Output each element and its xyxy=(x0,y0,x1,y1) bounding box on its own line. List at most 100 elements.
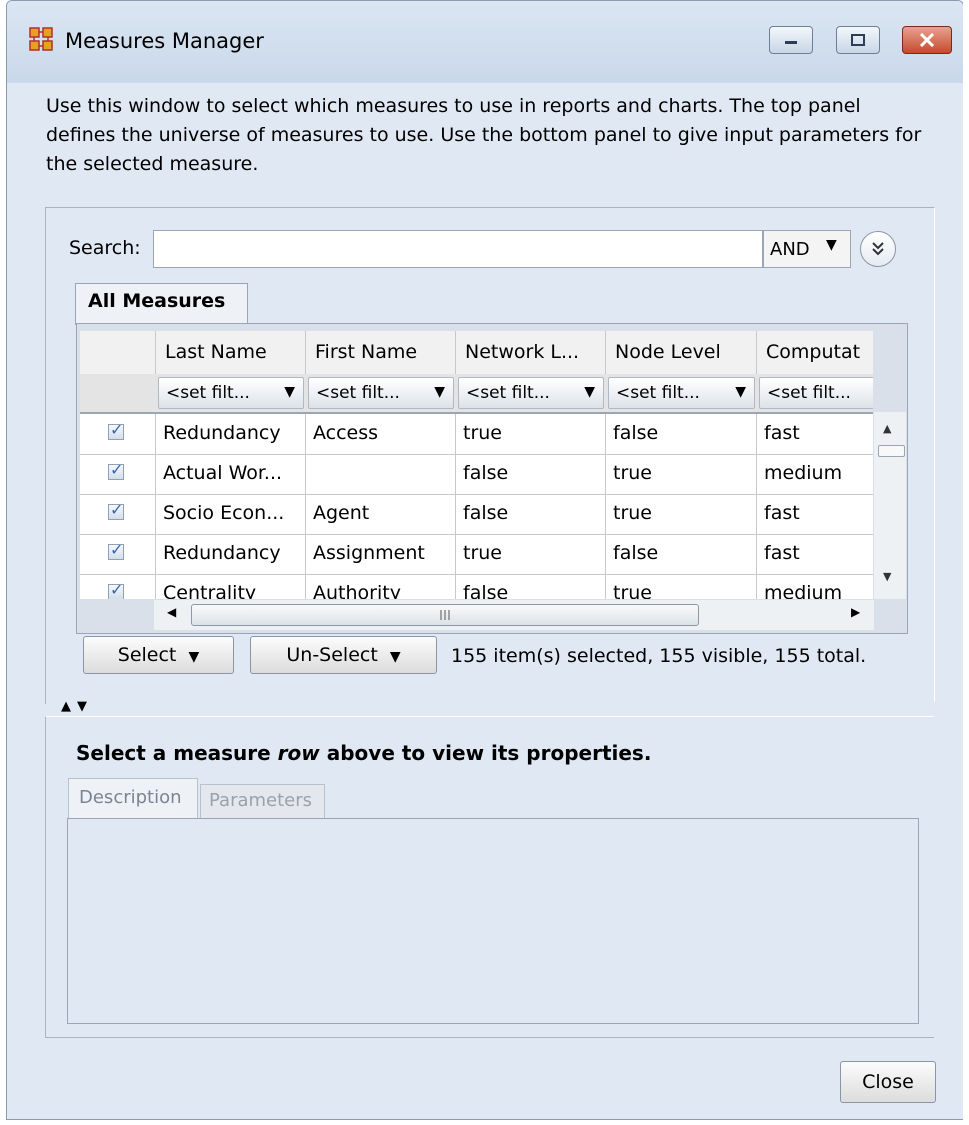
cell-node-level: true xyxy=(606,494,757,534)
cell-network-level: true xyxy=(456,534,606,574)
chevron-down-icon: ▼ xyxy=(188,649,200,665)
title-bar[interactable]: Measures Manager xyxy=(7,1,963,83)
row-checkbox[interactable] xyxy=(108,420,124,440)
table-row[interactable]: Socio Econ... Agent false true fast xyxy=(80,494,873,535)
scroll-up-icon[interactable]: ▲ xyxy=(883,422,891,435)
cell-computation: medium xyxy=(764,582,843,599)
close-icon xyxy=(919,33,935,47)
cell-last-name: Redundancy xyxy=(156,414,306,454)
filter-label: <set filt... xyxy=(767,383,851,403)
chevron-down-icon: ▼ xyxy=(434,384,445,400)
minimize-icon xyxy=(785,41,797,44)
scroll-right-icon[interactable]: ▶ xyxy=(851,605,860,619)
table-row[interactable]: Redundancy Access true false fast xyxy=(80,414,873,455)
panel-splitter[interactable]: ▲ ▼ xyxy=(58,699,963,716)
measures-table-frame: Last Name First Name Network L... Node L… xyxy=(76,323,908,634)
header-first-name[interactable]: First Name xyxy=(306,331,456,374)
cell-first-name: Assignment xyxy=(306,534,456,574)
filter-first-name[interactable]: <set filt... ▼ xyxy=(308,377,454,409)
filter-label: <set filt... xyxy=(616,383,700,403)
search-label: Search: xyxy=(69,237,141,259)
close-window-button[interactable] xyxy=(902,26,952,54)
cell-computation: fast xyxy=(764,422,800,444)
expand-search-button[interactable] xyxy=(860,231,896,267)
maximize-button[interactable] xyxy=(836,26,880,54)
cell-computation: fast xyxy=(764,502,800,524)
cell-network-level: false xyxy=(456,574,606,599)
cell-computation: medium xyxy=(764,462,843,484)
maximize-icon xyxy=(851,34,865,46)
selection-status: 155 item(s) selected, 155 visible, 155 t… xyxy=(451,645,867,667)
tab-parameters[interactable]: Parameters xyxy=(200,784,325,820)
header-computation[interactable]: Computat xyxy=(757,331,873,374)
chevron-down-icon: ▼ xyxy=(584,384,595,400)
window-edge xyxy=(963,0,969,1125)
app-icon xyxy=(29,27,53,51)
grip-icon xyxy=(440,610,450,620)
cell-node-level: false xyxy=(606,534,757,574)
unselect-button[interactable]: Un-Select ▼ xyxy=(250,636,437,674)
row-checkbox[interactable] xyxy=(108,540,124,560)
filter-computation[interactable]: <set filt... xyxy=(759,377,873,409)
minimize-button[interactable] xyxy=(769,26,813,54)
vertical-scroll-thumb[interactable] xyxy=(878,445,905,457)
splitter-down-icon[interactable]: ▼ xyxy=(77,699,87,714)
filter-network-level[interactable]: <set filt... ▼ xyxy=(458,377,604,409)
tab-description[interactable]: Description xyxy=(68,778,198,820)
header-network-level[interactable]: Network L... xyxy=(456,331,606,374)
table-row[interactable]: Centrality Authority false true medium xyxy=(80,574,873,599)
select-button-label: Select xyxy=(117,644,177,666)
select-button[interactable]: Select ▼ xyxy=(83,636,234,674)
tab-all-measures[interactable]: All Measures xyxy=(75,283,248,325)
row-checkbox[interactable] xyxy=(108,460,124,480)
search-operator-select[interactable]: AND ▼ xyxy=(763,230,851,268)
search-operator-value: AND xyxy=(770,239,810,260)
cell-network-level: false xyxy=(456,454,606,494)
double-chevron-down-icon xyxy=(872,242,884,256)
cell-last-name: Socio Econ... xyxy=(156,494,306,534)
chevron-down-icon: ▼ xyxy=(826,237,837,253)
cell-first-name: Access xyxy=(306,414,456,454)
row-checkbox[interactable] xyxy=(108,580,124,599)
table-vertical-scrollbar[interactable]: ▲ ▼ xyxy=(874,412,906,599)
header-last-name[interactable]: Last Name xyxy=(156,331,306,374)
table-horizontal-scrollbar[interactable]: ◀ ▶ xyxy=(154,600,874,630)
window-title: Measures Manager xyxy=(65,29,264,53)
cell-network-level: false xyxy=(456,494,606,534)
chevron-down-icon: ▼ xyxy=(735,384,746,400)
table-header-row: Last Name First Name Network L... Node L… xyxy=(80,331,873,375)
properties-heading: Select a measure row above to view its p… xyxy=(76,741,652,765)
filter-label: <set filt... xyxy=(316,383,400,403)
filter-label: <set filt... xyxy=(466,383,550,403)
cell-node-level: false xyxy=(606,414,757,454)
horizontal-scroll-thumb[interactable] xyxy=(191,604,699,626)
table-row[interactable]: Actual Wor... false true medium xyxy=(80,454,873,495)
table-filter-row: <set filt... ▼ <set filt... ▼ <set filt...… xyxy=(80,374,873,414)
table-row[interactable]: Redundancy Assignment true false fast xyxy=(80,534,873,575)
unselect-button-label: Un-Select xyxy=(286,644,378,666)
cell-node-level: true xyxy=(606,574,757,599)
filter-last-name[interactable]: <set filt... ▼ xyxy=(158,377,304,409)
cell-last-name: Actual Wor... xyxy=(156,454,306,494)
cell-first-name xyxy=(306,454,456,494)
cell-first-name: Agent xyxy=(306,494,456,534)
row-checkbox[interactable] xyxy=(108,500,124,520)
header-select xyxy=(80,331,156,374)
cell-computation: fast xyxy=(764,542,800,564)
search-input[interactable] xyxy=(153,230,763,268)
cell-last-name: Centrality xyxy=(156,574,306,599)
cell-last-name: Redundancy xyxy=(156,534,306,574)
cell-node-level: true xyxy=(606,454,757,494)
cell-network-level: true xyxy=(456,414,606,454)
chevron-down-icon: ▼ xyxy=(284,384,295,400)
cell-first-name: Authority xyxy=(306,574,456,599)
scroll-down-icon[interactable]: ▼ xyxy=(883,570,891,583)
close-button[interactable]: Close xyxy=(840,1061,936,1103)
filter-node-level[interactable]: <set filt... ▼ xyxy=(608,377,755,409)
scroll-left-icon[interactable]: ◀ xyxy=(167,605,176,619)
chevron-down-icon: ▼ xyxy=(389,649,401,665)
splitter-up-icon[interactable]: ▲ xyxy=(61,699,71,714)
intro-text: Use this window to select which measures… xyxy=(46,95,922,175)
measures-table: Last Name First Name Network L... Node L… xyxy=(80,331,873,599)
header-node-level[interactable]: Node Level xyxy=(606,331,757,374)
